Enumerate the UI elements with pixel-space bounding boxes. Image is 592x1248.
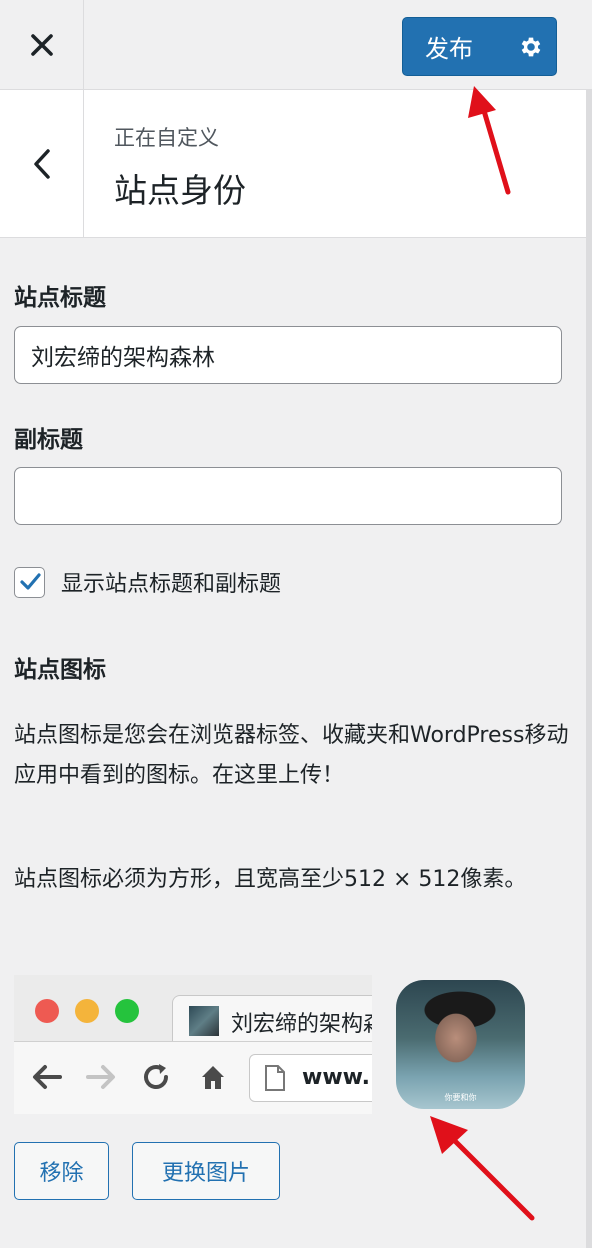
section-title: 站点身份 — [114, 171, 246, 210]
site-icon-image: 你要和你 — [396, 980, 525, 1109]
reload-icon — [144, 1064, 168, 1089]
publish-button[interactable]: 发布 — [403, 29, 506, 64]
chevron-left-icon — [33, 149, 50, 179]
panel-edge — [586, 90, 592, 1248]
page-icon — [265, 1065, 285, 1091]
window-minimize-dot — [75, 999, 99, 1023]
window-close-dot — [35, 999, 59, 1023]
annotation-arrow-site-icon — [430, 1116, 535, 1221]
forward-arrow-icon — [86, 1065, 115, 1089]
site-icon-description: 站点图标是您会在浏览器标签、收藏夹和WordPress移动应用中看到的图标。在这… — [14, 723, 569, 788]
site-title-label: 站点标题 — [14, 285, 106, 311]
favicon-preview — [189, 1006, 219, 1036]
browser-preview: 刘宏缔的架构森林 www. — [14, 975, 372, 1114]
browser-tab-title: 刘宏缔的架构森林 — [231, 1012, 372, 1037]
home-icon — [202, 1066, 224, 1089]
browser-tab: 刘宏缔的架构森林 — [172, 995, 372, 1045]
checkmark-icon — [19, 573, 41, 590]
tagline-input[interactable] — [14, 467, 562, 525]
browser-tabbar: 刘宏缔的架构森林 — [14, 975, 372, 1045]
display-title-row: 显示站点标题和副标题 — [14, 566, 281, 598]
close-button[interactable] — [0, 0, 84, 90]
display-title-label: 显示站点标题和副标题 — [61, 572, 282, 597]
site-icon-caption: 你要和你 — [444, 1093, 477, 1102]
display-title-checkbox[interactable] — [14, 566, 45, 598]
site-title-input[interactable] — [14, 326, 562, 384]
url-bar: www. — [249, 1054, 372, 1102]
site-icon-heading: 站点图标 — [14, 657, 106, 683]
annotation-arrow-publish — [468, 86, 511, 195]
publish-button-group: 发布 — [402, 17, 557, 76]
remove-button[interactable]: 移除 — [14, 1142, 109, 1200]
customizing-label: 正在自定义 — [114, 126, 219, 150]
back-button[interactable] — [0, 90, 84, 238]
url-text: www. — [302, 1065, 370, 1090]
publish-settings-button[interactable] — [506, 17, 556, 76]
browser-navbar: www. — [14, 1041, 372, 1114]
window-maximize-dot — [115, 999, 139, 1023]
close-icon — [30, 34, 53, 56]
change-image-button[interactable]: 更换图片 — [132, 1142, 280, 1200]
gear-icon — [521, 37, 541, 56]
site-icon-size-note: 站点图标必须为方形，且宽高至少512 × 512像素。 — [14, 867, 527, 892]
back-arrow-icon — [33, 1065, 62, 1089]
tagline-label: 副标题 — [14, 427, 83, 453]
customizer-topbar: 发布 — [0, 0, 592, 90]
